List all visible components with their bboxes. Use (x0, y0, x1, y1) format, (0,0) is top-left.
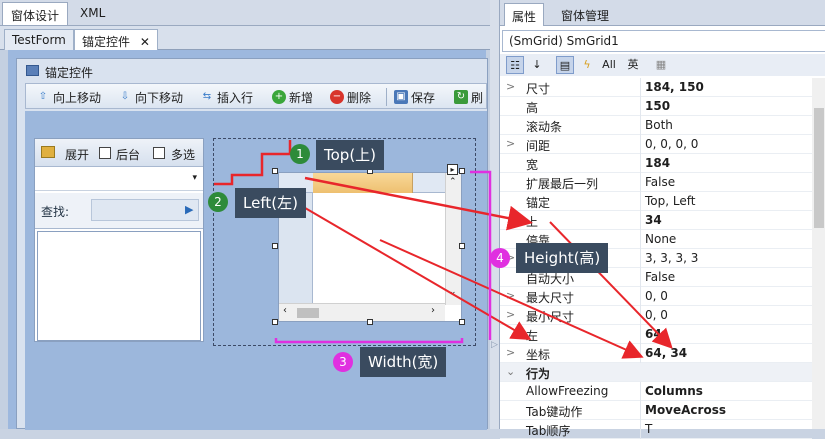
callout-left: Left(左) (235, 188, 306, 218)
callout-1-badge: 1 (290, 144, 310, 164)
top-arrow-2 (549, 221, 673, 349)
callout-4-badge: 4 (490, 248, 510, 268)
left-arrow (299, 204, 532, 341)
top-arrow (304, 176, 533, 231)
callout-width: Width(宽) (360, 347, 447, 377)
callout-height: Height(高) (516, 243, 609, 273)
top-bracket (214, 140, 292, 186)
callout-top: Top(上) (316, 140, 385, 170)
callout-3-badge: 3 (333, 352, 353, 372)
width-bracket (274, 338, 464, 344)
callout-2-badge: 2 (208, 192, 228, 212)
